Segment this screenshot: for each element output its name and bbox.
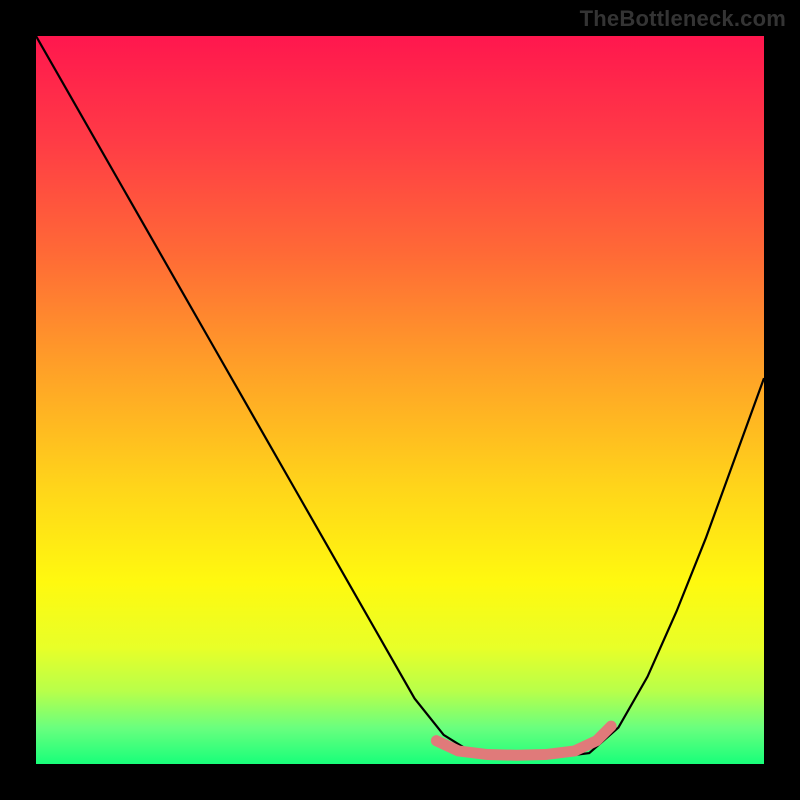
watermark-text: TheBottleneck.com <box>580 6 786 32</box>
series-bottleneck-curve <box>36 36 764 757</box>
series-optimal-band <box>436 726 611 755</box>
outer-frame: TheBottleneck.com <box>0 0 800 800</box>
chart-svg <box>36 36 764 764</box>
plot-area <box>36 36 764 764</box>
